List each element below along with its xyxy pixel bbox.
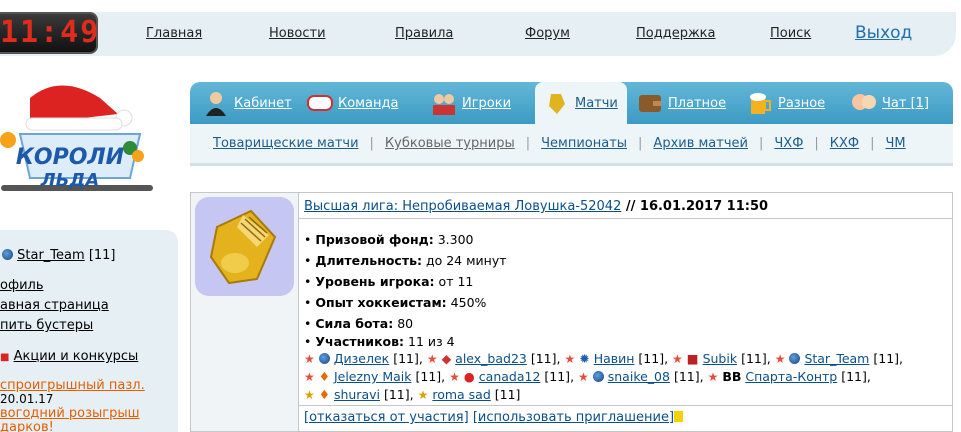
top-bar: [0, 12, 956, 56]
rank-star-icon: ★: [417, 388, 429, 402]
tab-players[interactable]: Игроки: [430, 90, 511, 116]
rank-star-icon: ★: [672, 352, 683, 366]
team-badge-icon: [2, 249, 13, 260]
team-badge-icon: ♦: [318, 369, 330, 384]
team-badge-icon: [318, 353, 330, 364]
nav-rules[interactable]: Правила: [395, 26, 453, 41]
tab-matches[interactable]: Матчи: [543, 90, 618, 116]
subnav-cups[interactable]: Кубковые турниры: [385, 136, 515, 151]
tab-misc[interactable]: Разное: [746, 90, 825, 116]
sidebar-boosters-link[interactable]: пить бустеры: [0, 318, 93, 333]
rink-icon: [307, 95, 333, 111]
chat-faces-icon: [852, 94, 876, 110]
detail-duration: • Длительность: до 24 минут: [304, 253, 507, 268]
match-title: Высшая лига: Непробиваемая Ловушка-52042…: [304, 199, 769, 214]
participant: ★ ✹ Навин [11],: [564, 351, 673, 366]
team-badge-icon: ◆: [441, 351, 452, 366]
participant: ★ Дизелек [11],: [304, 351, 427, 366]
rank-star-icon: ★: [304, 352, 315, 366]
goalie-glove-icon: [549, 94, 565, 114]
match-panel: Высшая лига: Непробиваемая Ловушка-52042…: [190, 192, 953, 432]
players-icon: [433, 94, 455, 115]
subnav-friendly[interactable]: Товарищеские матчи: [213, 136, 359, 151]
sidebar-team: Star_Team [11]: [2, 248, 116, 263]
participant: ★ ● canada12 [11],: [449, 369, 579, 384]
beer-mug-icon: [750, 93, 771, 114]
manager-icon: [206, 92, 226, 116]
sidebar-newyear-link[interactable]: вогодний розыгрыш: [0, 406, 140, 421]
rank-star-icon: ★: [426, 352, 438, 366]
tab-cabinet[interactable]: Кабинет: [202, 90, 292, 116]
golden-glove-trophy-icon: [195, 197, 294, 296]
rank-star-icon: ★: [304, 370, 315, 384]
participant: ★ roma sad [11]: [417, 387, 521, 402]
tab-team[interactable]: Команда: [306, 90, 398, 116]
participant: ★ BB Спарта-Контр [11],: [707, 369, 871, 384]
detail-participants: • Участников: 11 из 4: [304, 334, 455, 349]
rank-star-icon: ★: [578, 370, 589, 384]
match-actions: [отказаться от участия] [использовать пр…: [299, 405, 952, 431]
match-title-link[interactable]: Высшая лига: Непробиваемая Ловушка-52042: [304, 199, 621, 214]
rank-star-icon: ★: [449, 370, 460, 384]
decline-participation-link[interactable]: [отказаться от участия]: [304, 410, 469, 425]
detail-prize: • Призовой фонд: 3.300: [304, 232, 474, 247]
nav-news[interactable]: Новости: [269, 26, 326, 41]
subnav-chhf[interactable]: ЧХФ: [774, 136, 803, 151]
sidebar-puzzle-link[interactable]: спроигрышный пазл.: [0, 378, 145, 393]
team-badge-icon: ■: [686, 351, 699, 366]
rank-star-icon: ★: [707, 370, 719, 384]
participant: ★ ■ Subik [11],: [672, 351, 775, 366]
use-invitation-link[interactable]: [использовать приглашение]: [473, 410, 674, 425]
logout-link[interactable]: Выход: [855, 23, 912, 43]
sidebar-profile-link[interactable]: офиль: [0, 278, 44, 293]
wallet-icon: [639, 95, 661, 112]
participant: ★ ♦ shuravi [11],: [304, 387, 418, 402]
participant: ★ Star_Team [11],: [774, 351, 904, 366]
nav-search[interactable]: Поиск: [770, 26, 811, 41]
nav-support[interactable]: Поддержка: [636, 26, 716, 41]
subnav-chm[interactable]: ЧМ: [886, 136, 906, 151]
logo-text-1: КОРОЛИ: [15, 145, 125, 170]
rank-star-icon: ★: [564, 352, 576, 366]
sidebar-gifts-link[interactable]: дарков!: [0, 420, 54, 432]
sidebar-promo[interactable]: ■ Акции и конкурсы: [0, 349, 138, 364]
promo-bullet-icon: ■: [0, 352, 10, 363]
sidebar-team-link[interactable]: Star_Team: [17, 248, 85, 263]
detail-level: • Уровень игрока: от 11: [304, 274, 474, 289]
subnav-archive[interactable]: Архив матчей: [653, 136, 748, 151]
team-badge-icon: [789, 353, 801, 364]
subnav-championships[interactable]: Чемпионаты: [541, 136, 627, 151]
match-image-cell: [191, 193, 299, 431]
rank-star-icon: ★: [304, 388, 315, 402]
rank-star-icon: ★: [774, 352, 786, 366]
matches-subnav: Товарищеские матчи | Кубковые турниры | Чемп…: [213, 136, 906, 151]
tab-chat[interactable]: Чат [1]: [850, 90, 929, 116]
nav-home[interactable]: Главная: [146, 26, 202, 41]
subnav-khf[interactable]: КХФ: [830, 136, 859, 151]
nav-forum[interactable]: Форум: [525, 26, 570, 41]
sidebar-date: 20.01.17: [0, 392, 54, 406]
team-badge-icon: ✹: [579, 351, 590, 366]
sidebar-homepage-link[interactable]: авная страница: [0, 298, 109, 313]
participant: ★ snaike_08 [11],: [578, 369, 708, 384]
logo-text-2: ЛЬДА: [40, 170, 100, 191]
detail-bot-strength: • Сила бота: 80: [304, 316, 414, 331]
team-badge-icon: ♦: [318, 387, 330, 402]
clock: 11:49: [0, 12, 98, 54]
team-badge-icon: ●: [463, 369, 475, 384]
match-title-row: Высшая лига: Непробиваемая Ловушка-52042…: [299, 193, 952, 219]
team-badge-icon: [592, 371, 604, 382]
match-details: • Призовой фонд: 3.300 • Длительность: д…: [299, 219, 952, 405]
participant: ★ ◆ alex_bad23 [11],: [426, 351, 565, 366]
participants-list: ★ Дизелек [11], ★ ◆ alex_bad23 [11], ★ ✹…: [304, 350, 954, 404]
participant: ★ ♦ Jelezny Maik [11],: [304, 369, 450, 384]
tab-paid[interactable]: Платное: [636, 90, 726, 116]
detail-experience: • Опыт хоккеистам: 450%: [304, 295, 487, 310]
ticket-icon: [674, 411, 684, 422]
